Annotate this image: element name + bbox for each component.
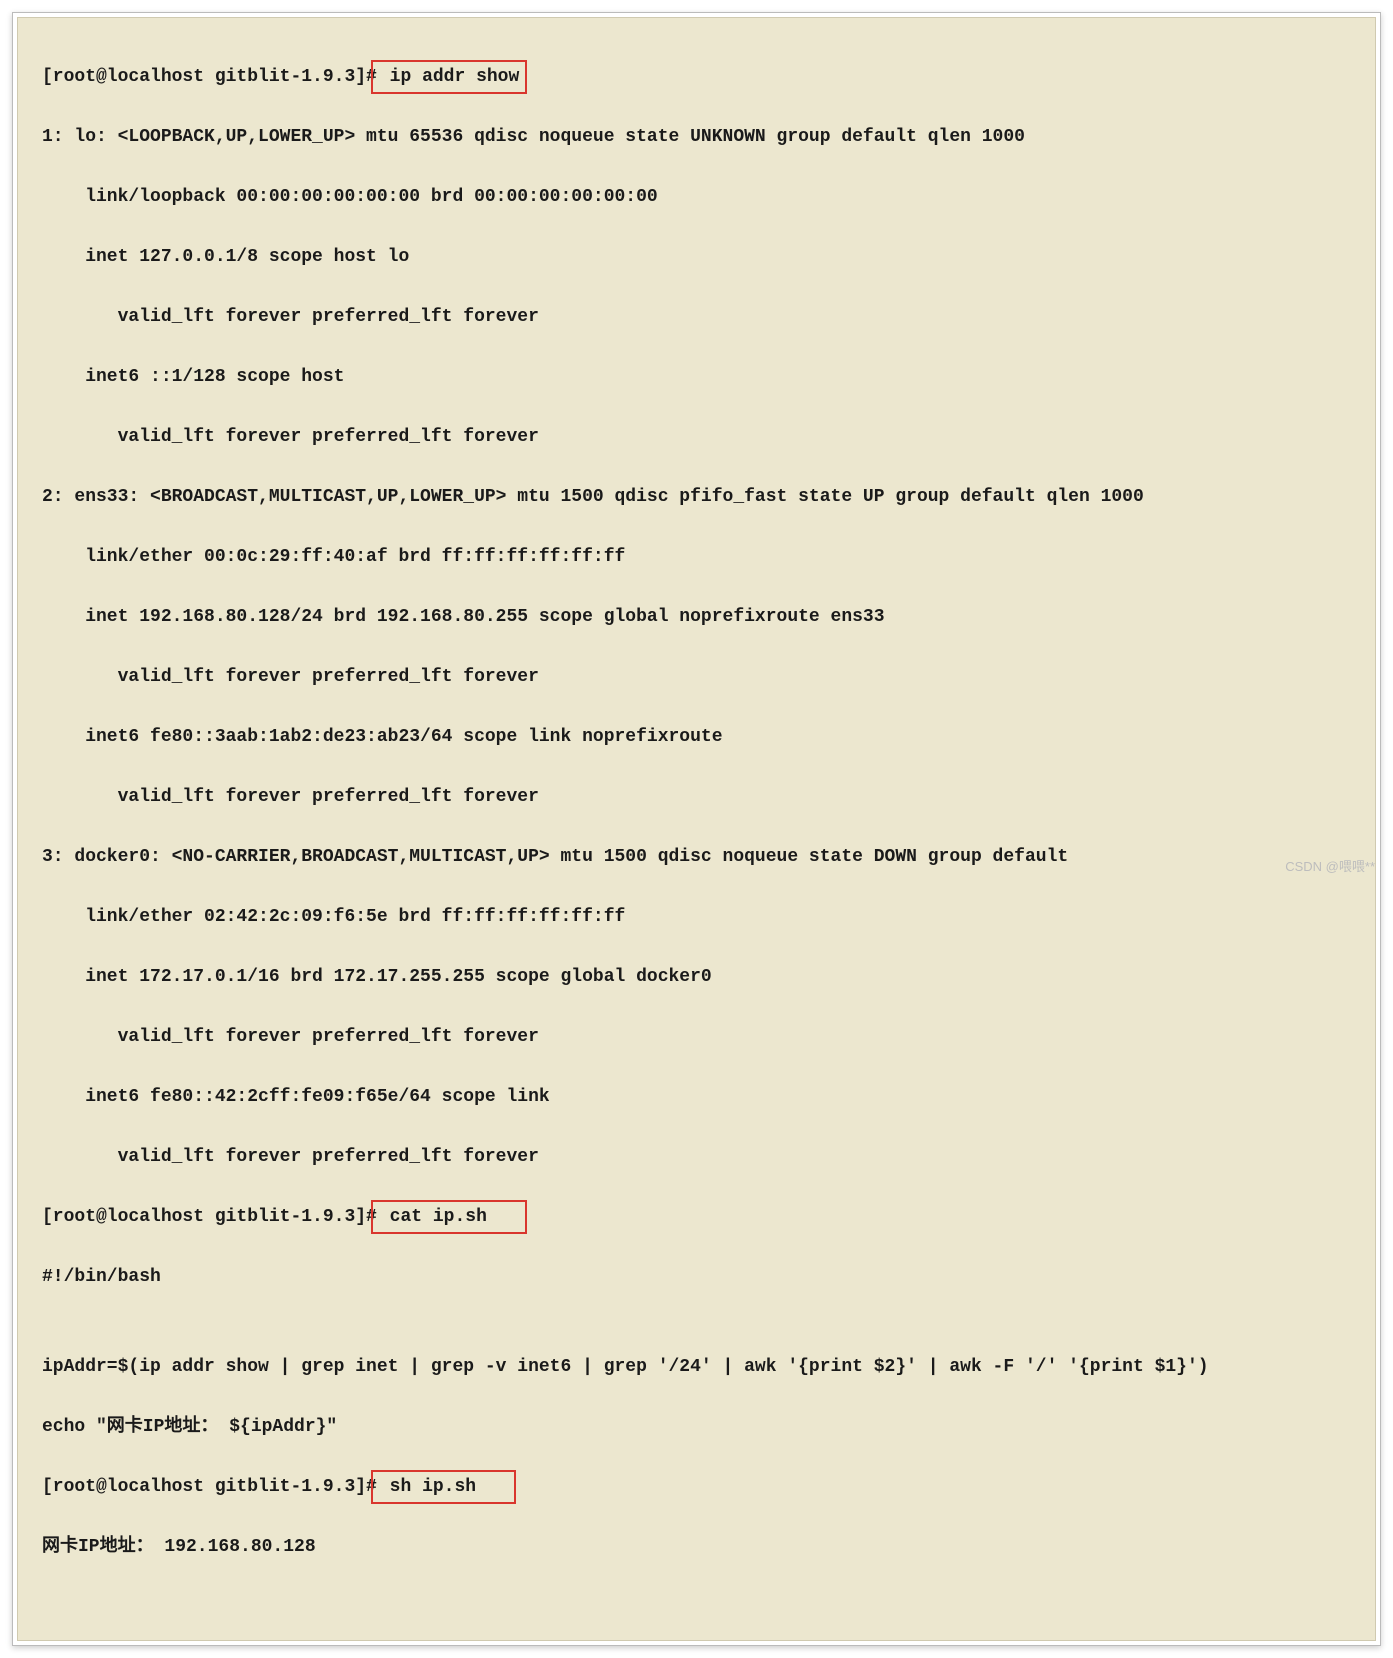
output-line: valid_lft forever preferred_lft forever (42, 662, 1351, 692)
output-line: valid_lft forever preferred_lft forever (42, 302, 1351, 332)
terminal-content[interactable]: [root@localhost gitblit-1.9.3]# ip addr … (17, 17, 1376, 1641)
output-line: inet 172.17.0.1/16 brd 172.17.255.255 sc… (42, 962, 1351, 992)
output-line: inet 192.168.80.128/24 brd 192.168.80.25… (42, 602, 1351, 632)
output-line: valid_lft forever preferred_lft forever (42, 1142, 1351, 1172)
output-line: link/loopback 00:00:00:00:00:00 brd 00:0… (42, 182, 1351, 212)
shell-prompt: [root@localhost gitblit-1.9.3]# (42, 1207, 377, 1227)
script-line: #!/bin/bash (42, 1262, 1351, 1292)
terminal-window: [root@localhost gitblit-1.9.3]# ip addr … (12, 12, 1381, 1646)
output-line: inet6 fe80::3aab:1ab2:de23:ab23/64 scope… (42, 722, 1351, 752)
highlighted-command-2: cat ip.sh (371, 1200, 527, 1234)
output-line: valid_lft forever preferred_lft forever (42, 422, 1351, 452)
highlighted-command-3: sh ip.sh (371, 1470, 517, 1504)
output-line: valid_lft forever preferred_lft forever (42, 1022, 1351, 1052)
output-line: link/ether 02:42:2c:09:f6:5e brd ff:ff:f… (42, 902, 1351, 932)
output-line: 1: lo: <LOOPBACK,UP,LOWER_UP> mtu 65536 … (42, 122, 1351, 152)
watermark-text: CSDN @喂喂** (1285, 856, 1375, 875)
output-line: valid_lft forever preferred_lft forever (42, 782, 1351, 812)
prompt-line-3: [root@localhost gitblit-1.9.3]# sh ip.sh (42, 1472, 1351, 1502)
shell-prompt: [root@localhost gitblit-1.9.3]# (42, 67, 377, 87)
script-line: echo "网卡IP地址： ${ipAddr}" (42, 1412, 1351, 1442)
highlighted-command-1: ip addr show (371, 60, 527, 94)
script-output-line: 网卡IP地址： 192.168.80.128 (42, 1532, 1351, 1562)
output-line: 3: docker0: <NO-CARRIER,BROADCAST,MULTIC… (42, 842, 1351, 872)
output-line: inet6 ::1/128 scope host (42, 362, 1351, 392)
prompt-line-1: [root@localhost gitblit-1.9.3]# ip addr … (42, 62, 1351, 92)
output-line: inet 127.0.0.1/8 scope host lo (42, 242, 1351, 272)
output-line: 2: ens33: <BROADCAST,MULTICAST,UP,LOWER_… (42, 482, 1351, 512)
shell-prompt: [root@localhost gitblit-1.9.3]# (42, 1477, 377, 1497)
output-line: inet6 fe80::42:2cff:fe09:f65e/64 scope l… (42, 1082, 1351, 1112)
prompt-line-2: [root@localhost gitblit-1.9.3]# cat ip.s… (42, 1202, 1351, 1232)
output-line: link/ether 00:0c:29:ff:40:af brd ff:ff:f… (42, 542, 1351, 572)
script-line: ipAddr=$(ip addr show | grep inet | grep… (42, 1352, 1351, 1382)
